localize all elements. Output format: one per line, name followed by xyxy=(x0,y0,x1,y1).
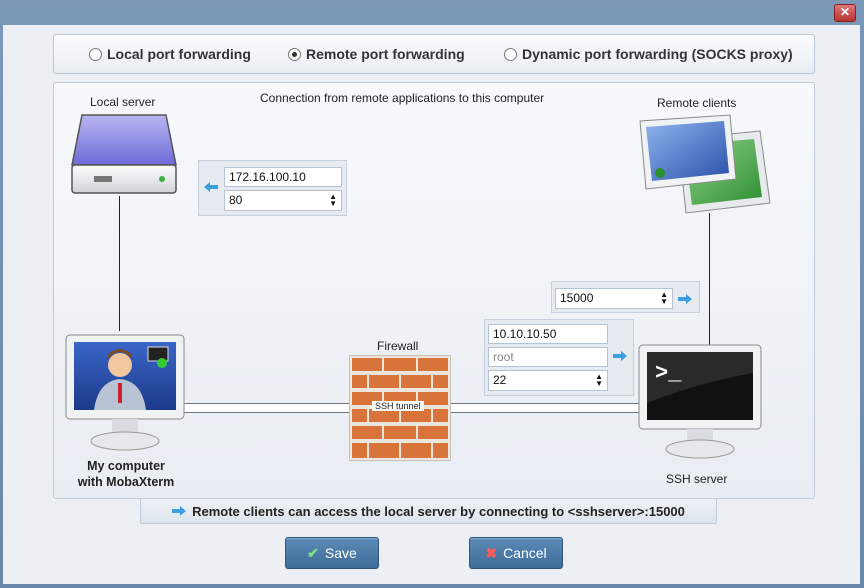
remote-clients-line xyxy=(709,213,710,345)
spinner-arrows-icon: ▲ ▼ xyxy=(329,192,337,208)
close-icon: ✕ xyxy=(839,5,851,19)
my-computer-label-line2: with MobaXterm xyxy=(77,475,175,489)
radio-dot xyxy=(504,47,517,61)
dialog-client: Local port forwarding Remote port forwar… xyxy=(3,25,860,584)
ssh-host-field[interactable]: 10.10.10.50 xyxy=(488,324,608,344)
diagram-caption: Connection from remote applications to t… xyxy=(260,91,545,105)
radio-dot xyxy=(89,47,102,61)
ssh-port-field[interactable]: 22 ▲ ▼ xyxy=(488,370,608,391)
status-text: Remote clients can access the local serv… xyxy=(192,503,685,519)
remote-port-field[interactable]: 15000 ▲ ▼ xyxy=(555,288,673,309)
check-icon: ✔ xyxy=(307,544,319,561)
radio-label: Remote port forwarding xyxy=(306,46,465,62)
local-port-value: 80 xyxy=(229,193,243,207)
radio-dynamic-forwarding[interactable]: Dynamic port forwarding (SOCKS proxy) xyxy=(504,46,793,62)
spinner-arrows-icon: ▲ ▼ xyxy=(595,372,603,388)
remote-clients-label: Remote clients xyxy=(657,96,737,110)
firewall-label: Firewall xyxy=(377,339,419,353)
radio-dot xyxy=(288,47,301,61)
forwarding-mode-panel: Local port forwarding Remote port forwar… xyxy=(53,34,815,74)
status-message: Remote clients can access the local serv… xyxy=(140,498,717,524)
cross-icon: ✖ xyxy=(485,544,498,561)
arrow-icon xyxy=(172,506,187,516)
cancel-label: Cancel xyxy=(503,545,547,561)
local-server-label: Local server xyxy=(90,95,156,109)
local-server-line xyxy=(119,196,120,331)
cancel-button[interactable]: ✖ Cancel xyxy=(469,537,563,569)
arrow-icon xyxy=(613,351,627,361)
ssh-user-field[interactable]: root xyxy=(488,347,608,367)
ssh-tunnel-label: SSH tunnel xyxy=(372,401,424,411)
my-computer-label-line1: My computer xyxy=(87,459,165,473)
ssh-server-label: SSH server xyxy=(666,472,728,486)
local-port-field[interactable]: 80 ▲ ▼ xyxy=(224,190,342,211)
radio-remote-forwarding[interactable]: Remote port forwarding xyxy=(288,46,465,62)
local-host-field[interactable]: 172.16.100.10 xyxy=(224,167,342,187)
forwarding-diagram: Connection from remote applications to t… xyxy=(53,82,815,499)
computer-icon xyxy=(65,334,185,451)
remote-clients-icon xyxy=(639,114,771,214)
terminal-monitor-icon: >_ xyxy=(638,344,762,459)
arrow-icon xyxy=(204,182,218,192)
close-button[interactable]: ✕ xyxy=(834,4,856,22)
ssh-port-value: 22 xyxy=(493,373,507,387)
save-button[interactable]: ✔ Save xyxy=(285,537,379,569)
save-label: Save xyxy=(324,545,357,561)
remote-port-value: 15000 xyxy=(560,291,594,305)
radio-local-forwarding[interactable]: Local port forwarding xyxy=(89,46,251,62)
spinner-arrows-icon: ▲ ▼ xyxy=(660,290,668,306)
radio-label: Local port forwarding xyxy=(107,46,251,62)
arrow-icon xyxy=(678,294,692,304)
dialog-window: ✕ Local port forwarding Remote port forw… xyxy=(0,0,864,588)
server-icon xyxy=(71,114,177,194)
svg-text:>_: >_ xyxy=(655,361,682,386)
radio-label: Dynamic port forwarding (SOCKS proxy) xyxy=(522,46,793,62)
